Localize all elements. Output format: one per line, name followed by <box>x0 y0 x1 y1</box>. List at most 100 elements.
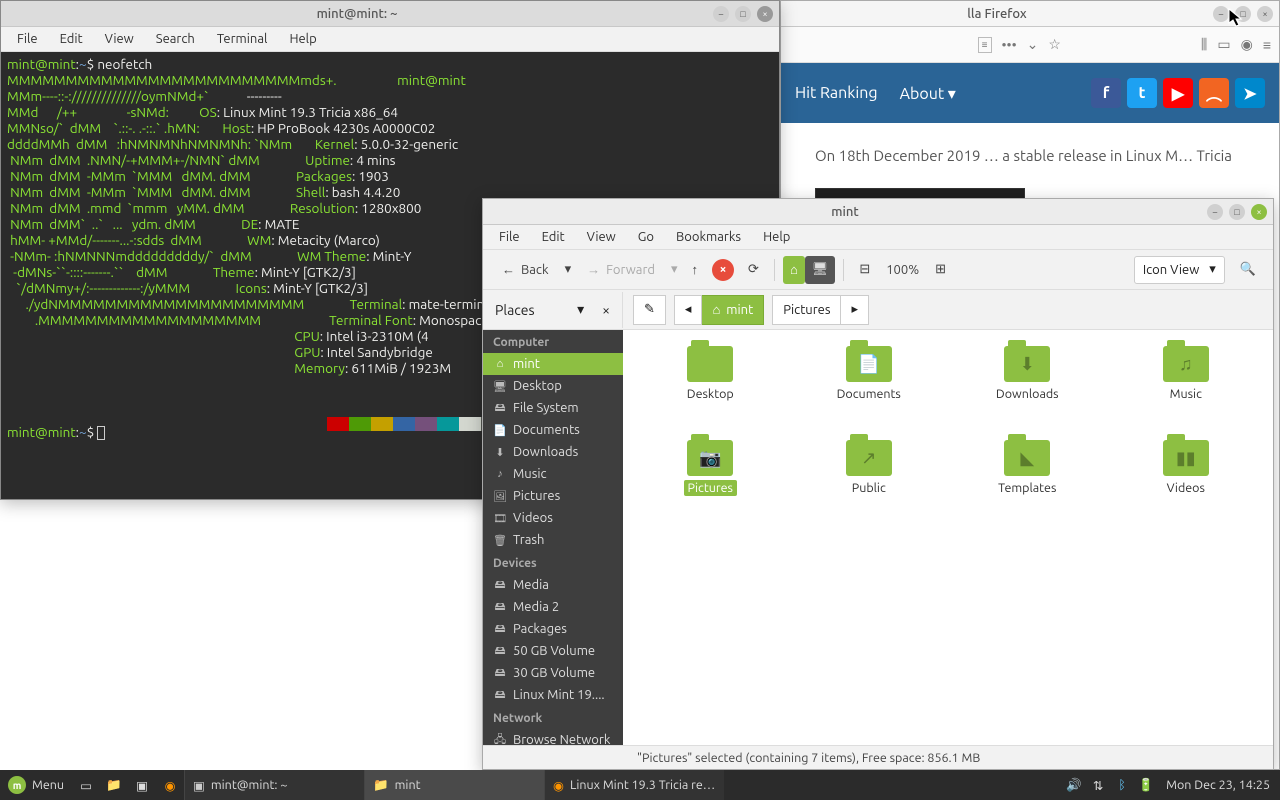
menu-help[interactable]: Help <box>279 30 326 48</box>
back-dropdown[interactable]: ▾ <box>558 256 579 284</box>
twitter-icon[interactable]: t <box>1127 78 1157 108</box>
computer-button[interactable]: 🖥 <box>805 256 836 284</box>
path-home[interactable]: ⌂ mint <box>702 295 764 325</box>
maximize-button[interactable]: □ <box>1229 204 1245 220</box>
sidebar-item-music[interactable]: ♪Music <box>483 463 623 485</box>
files-launcher[interactable]: 📁 <box>100 770 128 800</box>
telegram-icon[interactable]: ➤ <box>1235 78 1265 108</box>
library-icon[interactable]: ⫼ <box>1201 36 1207 53</box>
search-button[interactable]: 🔍 <box>1233 256 1263 284</box>
sidebar-item-trash[interactable]: 🗑Trash <box>483 529 623 551</box>
menu-search[interactable]: Search <box>146 30 205 48</box>
sidebar-item-desktop[interactable]: 🖥Desktop <box>483 375 623 397</box>
minimize-button[interactable]: – <box>713 6 729 22</box>
view-selector[interactable]: Icon View ▾ <box>1134 256 1225 284</box>
sidebar-item-packages[interactable]: 🖴Packages <box>483 618 623 640</box>
sidebar-item-50-gb-volume[interactable]: 🖴50 GB Volume <box>483 640 623 662</box>
battery-icon[interactable]: 🔋 <box>1134 778 1158 793</box>
sidebar-item-downloads[interactable]: ⬇Downloads <box>483 441 623 463</box>
path-back-button[interactable]: ◂ <box>674 295 703 325</box>
edit-path-button[interactable]: ✎ <box>633 295 666 325</box>
zoom-level[interactable]: 100% <box>877 256 928 284</box>
folder-documents[interactable]: 📄Documents <box>792 342 947 432</box>
terminal-titlebar[interactable]: mint@mint: ~ – □ × <box>1 1 779 27</box>
forward-dropdown[interactable]: ▾ <box>664 256 685 284</box>
reader-icon[interactable]: ≡ <box>978 37 992 53</box>
forward-button[interactable]: → Forward <box>578 256 664 284</box>
sidebar-item-file-system[interactable]: 🖴File System <box>483 397 623 419</box>
zoom-out-button[interactable]: ⊟ <box>852 256 877 284</box>
task-mint-mint-[interactable]: ▣ mint@mint: ~ <box>184 770 364 800</box>
network-icon[interactable]: ⇅ <box>1086 778 1110 793</box>
folder-music[interactable]: ♫Music <box>1109 342 1264 432</box>
sidebar-item-videos[interactable]: 🎞Videos <box>483 507 623 529</box>
folder-videos[interactable]: ▮▮Videos <box>1109 436 1264 526</box>
maximize-button[interactable]: □ <box>1235 6 1251 22</box>
bluetooth-icon[interactable]: ᛒ <box>1110 778 1134 792</box>
clock[interactable]: Mon Dec 23, 14:25 <box>1158 770 1280 800</box>
maximize-button[interactable]: □ <box>735 6 751 22</box>
sidebar-item-documents[interactable]: 📄Documents <box>483 419 623 441</box>
caja-titlebar[interactable]: mint – □ × <box>483 199 1273 225</box>
folder-public[interactable]: ↗Public <box>792 436 947 526</box>
up-button[interactable]: ↑ <box>685 256 706 284</box>
pocket-icon[interactable]: ⌄ <box>1027 36 1039 53</box>
folder-desktop[interactable]: Desktop <box>633 342 788 432</box>
folder-downloads[interactable]: ⬇Downloads <box>950 342 1105 432</box>
reload-button[interactable]: ⟳ <box>741 256 766 284</box>
rss-icon[interactable]: ︵ <box>1199 78 1229 108</box>
back-button[interactable]: ← Back <box>493 256 558 284</box>
nav-ranking[interactable]: Hit Ranking <box>795 84 878 102</box>
firefox-titlebar[interactable]: lla Firefox – □ × <box>781 1 1279 27</box>
file-manager-window: mint – □ × File Edit View Go Bookmarks H… <box>482 198 1274 770</box>
show-desktop-button[interactable]: ▭ <box>72 770 100 800</box>
menu-view[interactable]: View <box>95 30 144 48</box>
caja-file-view[interactable]: Desktop📄Documents⬇Downloads♫Music 📷Pictur… <box>623 330 1273 745</box>
sidebar-item-mint[interactable]: ⌂mint <box>483 353 623 375</box>
more-icon[interactable]: ••• <box>1002 37 1017 53</box>
menu-terminal[interactable]: Terminal <box>207 30 278 48</box>
youtube-icon[interactable]: ▶ <box>1163 78 1193 108</box>
terminal-launcher[interactable]: ▣ <box>128 770 156 800</box>
task-linux-mint-19-3-tricia-re-[interactable]: ◉ Linux Mint 19.3 Tricia re… <box>544 770 724 800</box>
places-selector[interactable]: Places ▾ × <box>483 292 623 328</box>
menu-view[interactable]: View <box>577 228 626 246</box>
folder-templates[interactable]: ◣Templates <box>950 436 1105 526</box>
zoom-in-button[interactable]: ⊞ <box>928 256 953 284</box>
facebook-icon[interactable]: f <box>1091 78 1121 108</box>
close-button[interactable]: × <box>1257 6 1273 22</box>
volume-icon[interactable]: 🔊 <box>1062 778 1086 793</box>
sidebar-item-pictures[interactable]: 🖼Pictures <box>483 485 623 507</box>
stop-button[interactable]: × <box>705 256 741 284</box>
caja-sidebar[interactable]: Computer⌂mint🖥Desktop🖴File System📄Docume… <box>483 330 623 745</box>
task-mint[interactable]: 📁 mint <box>364 770 544 800</box>
minimize-button[interactable]: – <box>1207 204 1223 220</box>
home-button[interactable]: ⌂ <box>783 256 805 284</box>
minimize-button[interactable]: – <box>1213 6 1229 22</box>
sidebar-item-linux-mint-19-[interactable]: 🖴Linux Mint 19.... <box>483 684 623 706</box>
menu-button[interactable]: mMenu <box>0 770 72 800</box>
folder-pictures[interactable]: 📷Pictures <box>633 436 788 526</box>
menu-file[interactable]: File <box>7 30 48 48</box>
menu-bookmarks[interactable]: Bookmarks <box>666 228 751 246</box>
menu-icon[interactable]: ≡ <box>1263 37 1271 53</box>
menu-edit[interactable]: Edit <box>532 228 575 246</box>
path-current[interactable]: Pictures <box>772 295 841 325</box>
close-button[interactable]: × <box>1251 204 1267 220</box>
menu-edit[interactable]: Edit <box>50 30 93 48</box>
sidebar-item-30-gb-volume[interactable]: 🖴30 GB Volume <box>483 662 623 684</box>
path-forward-button[interactable]: ▸ <box>841 295 869 325</box>
menu-go[interactable]: Go <box>628 228 664 246</box>
sidebar-item-media-2[interactable]: 🖴Media 2 <box>483 596 623 618</box>
firefox-launcher[interactable]: ◉ <box>156 770 184 800</box>
account-icon[interactable]: ◉ <box>1241 36 1253 53</box>
close-button[interactable]: × <box>757 6 773 22</box>
sidebar-icon[interactable]: ▭ <box>1217 36 1230 53</box>
places-close-icon[interactable]: × <box>602 302 610 318</box>
menu-help[interactable]: Help <box>753 228 800 246</box>
sidebar-item-media[interactable]: 🖴Media <box>483 574 623 596</box>
star-icon[interactable]: ☆ <box>1048 36 1061 53</box>
sidebar-item-browse-network[interactable]: 🖧Browse Network <box>483 729 623 745</box>
nav-about[interactable]: About ▾ <box>900 84 956 103</box>
menu-file[interactable]: File <box>489 228 530 246</box>
